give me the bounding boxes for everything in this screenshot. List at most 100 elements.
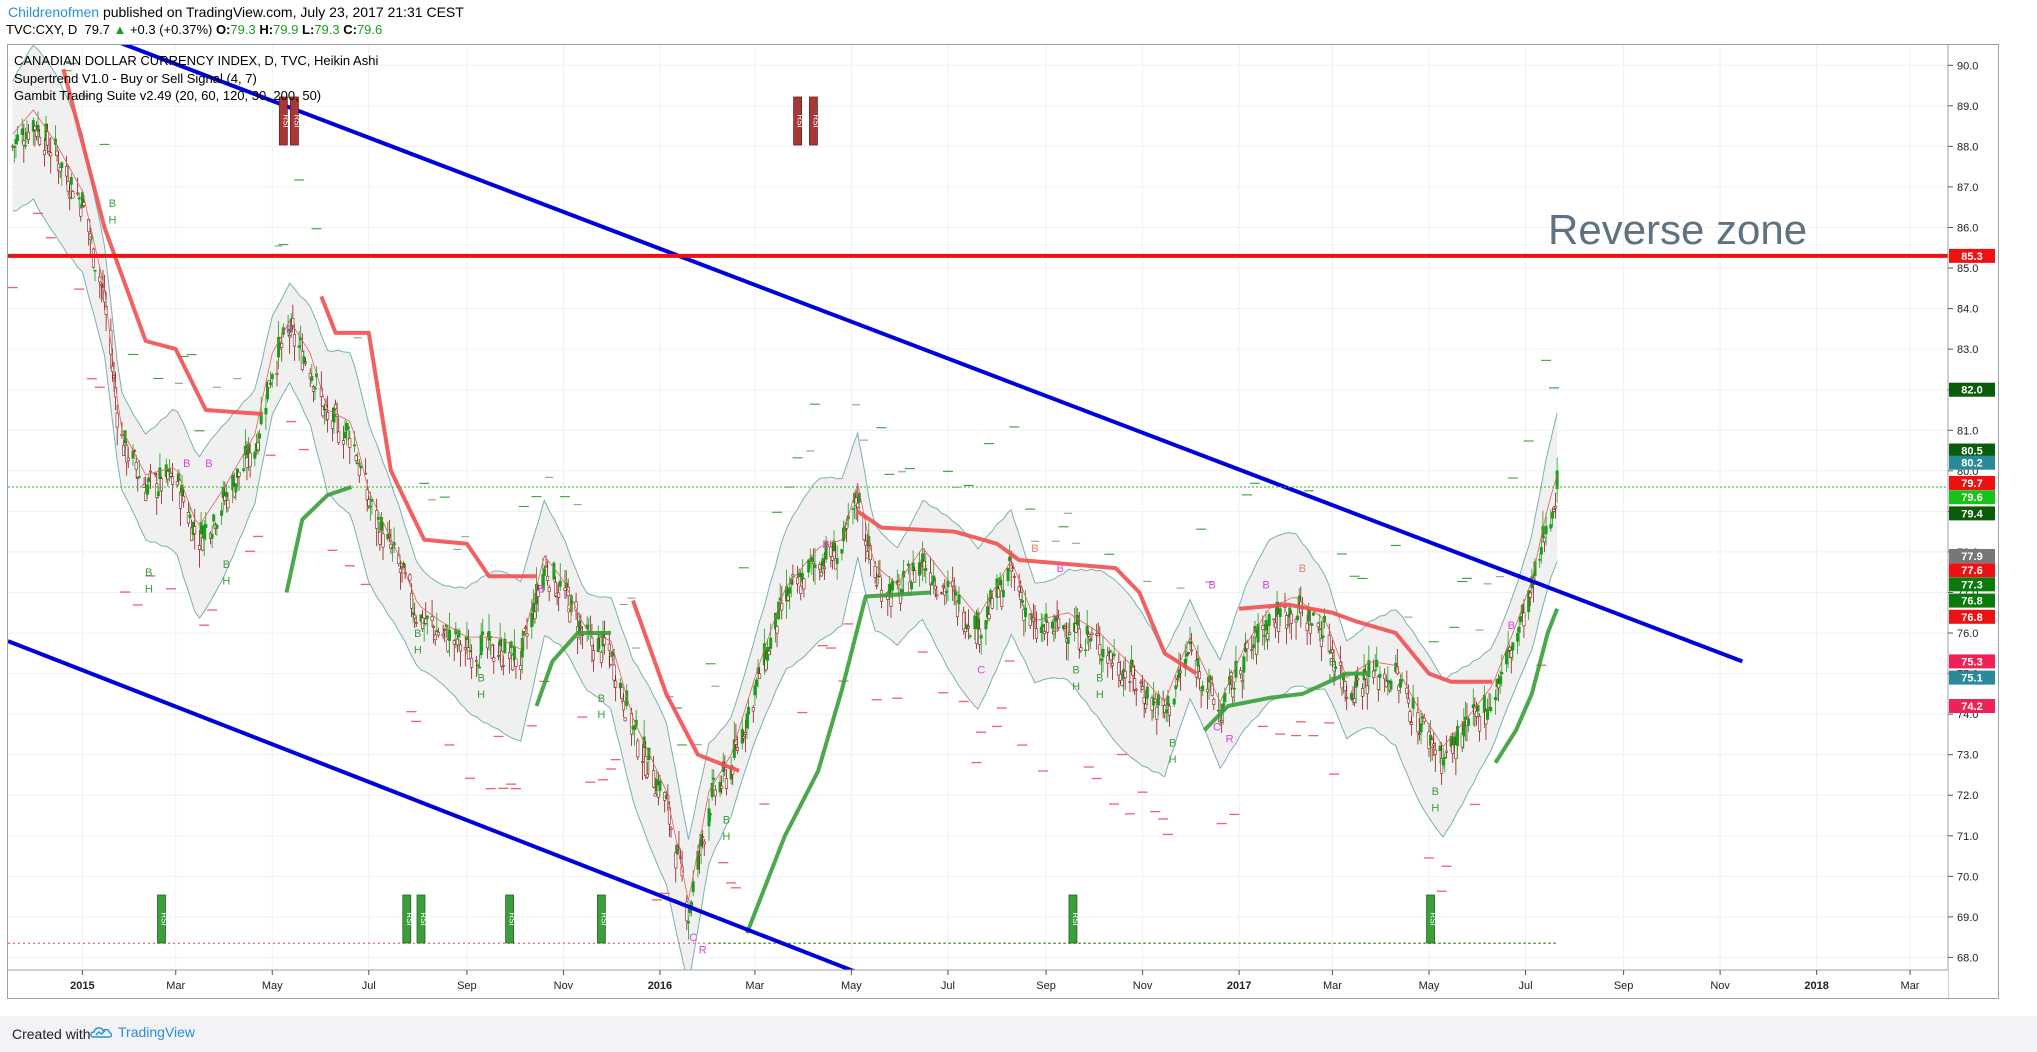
candle-body bbox=[297, 345, 301, 348]
candle-body bbox=[441, 633, 445, 637]
candle-body bbox=[1128, 681, 1132, 683]
publisher-link[interactable]: Childrenofmen bbox=[8, 4, 99, 20]
candle-body bbox=[889, 596, 893, 607]
candle-body bbox=[835, 558, 839, 564]
signal-letter: B bbox=[223, 559, 230, 571]
chart-legend: CANADIAN DOLLAR CURRENCY INDEX, D, TVC, … bbox=[14, 52, 378, 105]
candle-body bbox=[547, 587, 551, 593]
candle-body bbox=[1117, 662, 1121, 677]
candle-body bbox=[455, 638, 459, 646]
candle-body bbox=[1375, 659, 1379, 667]
candle-body bbox=[1318, 628, 1322, 631]
signal-letter: B bbox=[1508, 620, 1515, 632]
time-tick-label: 2017 bbox=[1227, 980, 1251, 992]
candle-body bbox=[1372, 670, 1376, 678]
price-tick-label: 84.0 bbox=[1957, 304, 1978, 316]
candle-body bbox=[1175, 677, 1179, 680]
candle-body bbox=[1052, 631, 1056, 635]
price-change: +0.3 (+0.37%) bbox=[129, 22, 213, 37]
candle-body bbox=[963, 628, 967, 632]
signal-letter: B bbox=[1209, 579, 1216, 591]
candle-body bbox=[514, 658, 518, 667]
price-tick-label: 69.0 bbox=[1957, 912, 1978, 924]
candle-body bbox=[821, 558, 825, 567]
time-tick-label: 2015 bbox=[70, 980, 94, 992]
price-label-text: 77.9 bbox=[1961, 551, 1982, 563]
candle-body bbox=[1057, 618, 1061, 628]
price-label-text: 77.6 bbox=[1961, 565, 1982, 577]
signal-letter: C bbox=[689, 932, 697, 944]
high-label: H: bbox=[259, 22, 274, 37]
candle-body bbox=[1118, 674, 1122, 681]
candle-body bbox=[264, 407, 268, 415]
signal-letter: H bbox=[1169, 754, 1177, 766]
candle-body bbox=[204, 524, 208, 529]
candle-body bbox=[1239, 670, 1243, 675]
candle-body bbox=[115, 412, 119, 428]
rsi-oversold-marker: RSI bbox=[402, 894, 414, 944]
band-fill bbox=[12, 45, 1558, 987]
candle-body bbox=[1012, 576, 1016, 578]
candle-body bbox=[829, 546, 833, 557]
legend-indicator-gambit[interactable]: Gambit Trading Suite v2.49 (20, 60, 120,… bbox=[14, 87, 378, 105]
rsi-oversold-marker: RSI bbox=[505, 894, 517, 944]
candle-body bbox=[310, 376, 314, 381]
candle-body bbox=[478, 666, 482, 669]
candle-body bbox=[153, 472, 157, 475]
last-price: 79.7 bbox=[84, 22, 110, 37]
candle-body bbox=[49, 152, 53, 157]
candle-body bbox=[1321, 635, 1325, 638]
candle-body bbox=[875, 584, 879, 587]
candle-body bbox=[724, 778, 728, 789]
candle-body bbox=[984, 620, 988, 630]
candle-body bbox=[1316, 622, 1320, 628]
candle-body bbox=[987, 614, 991, 619]
candle-body bbox=[930, 581, 934, 586]
candle-body bbox=[579, 626, 583, 629]
candle-body bbox=[878, 574, 882, 577]
candle-body bbox=[446, 639, 450, 652]
tradingview-link[interactable]: TradingView bbox=[90, 1024, 195, 1040]
rsi-oversold-marker: RSI bbox=[416, 894, 428, 944]
open-label: O: bbox=[215, 22, 231, 37]
candle-body bbox=[1500, 671, 1504, 675]
price-tick-label: 73.0 bbox=[1957, 750, 1978, 762]
candle-body bbox=[1041, 624, 1045, 628]
candle-body bbox=[764, 658, 768, 671]
candle-body bbox=[12, 146, 16, 148]
time-tick-label: May bbox=[262, 980, 283, 992]
candle-body bbox=[148, 470, 152, 473]
candle-body bbox=[609, 656, 613, 665]
candle-body bbox=[476, 664, 480, 667]
candle-body bbox=[1451, 744, 1455, 754]
candle-body bbox=[334, 404, 338, 410]
legend-title[interactable]: CANADIAN DOLLAR CURRENCY INDEX, D, TVC, … bbox=[14, 52, 378, 70]
candle-body bbox=[1522, 612, 1526, 627]
chart-area[interactable]: Reverse zone B B B B B B B B B B B B C R C R C B H B H B H B H B H B… bbox=[7, 44, 1999, 999]
candle-body bbox=[1164, 709, 1168, 714]
candle-body bbox=[466, 647, 470, 660]
price-label-text: 85.3 bbox=[1961, 251, 1982, 263]
price-tick-label: 83.0 bbox=[1957, 344, 1978, 356]
legend-indicator-supertrend[interactable]: Supertrend V1.0 - Buy or Sell Signal (4,… bbox=[14, 70, 378, 88]
rsi-box-label: RSI bbox=[811, 114, 820, 127]
signal-letter: B bbox=[1169, 738, 1176, 750]
candle-body bbox=[1353, 698, 1357, 703]
candle-body bbox=[1153, 698, 1157, 703]
candle-body bbox=[658, 780, 662, 792]
candle-body bbox=[1250, 649, 1254, 651]
candle-body bbox=[1023, 607, 1027, 617]
candle-body bbox=[811, 561, 815, 564]
candle-body bbox=[368, 506, 372, 508]
price-chart[interactable]: Reverse zoneB BBBBBB BBBBBCRCRCBHBHBHBHBH B… bbox=[8, 45, 1998, 998]
high-value: 79.9 bbox=[273, 22, 299, 37]
signal-letter: B bbox=[1072, 665, 1079, 677]
price-label-text: 79.4 bbox=[1961, 508, 1983, 520]
rsi-oversold-marker: RSI bbox=[596, 894, 608, 944]
candle-body bbox=[622, 700, 626, 711]
candle-body bbox=[490, 645, 494, 659]
candle-body bbox=[807, 559, 811, 573]
candle-body bbox=[122, 444, 126, 456]
rsi-box-label: RSI bbox=[1429, 912, 1438, 925]
candle-body bbox=[910, 582, 914, 590]
